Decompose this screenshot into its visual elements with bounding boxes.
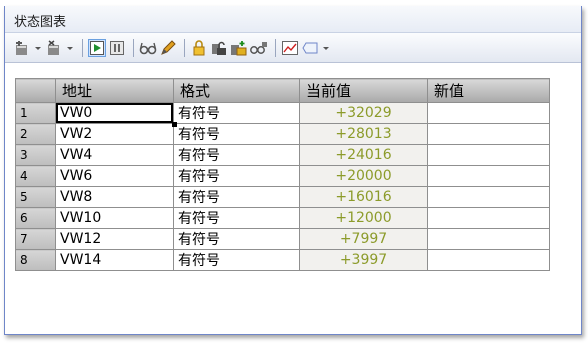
current-value-cell: +3997 bbox=[299, 249, 428, 271]
title-bar: 状态图表 bbox=[5, 6, 581, 33]
table-row: 5 VW8 有符号 +16016 bbox=[15, 186, 550, 208]
current-value-cell: +7997 bbox=[299, 228, 428, 250]
address-value: VW0 bbox=[60, 105, 93, 121]
header-format[interactable]: 格式 bbox=[173, 78, 300, 103]
new-value-cell[interactable] bbox=[427, 165, 550, 187]
address-cell[interactable]: VW0 bbox=[55, 102, 177, 127]
delete-row-icon[interactable] bbox=[45, 39, 63, 57]
row-number[interactable]: 4 bbox=[15, 165, 56, 187]
format-cell[interactable]: 有符号 bbox=[173, 228, 300, 250]
address-cell[interactable]: VW2 bbox=[55, 123, 174, 145]
address-cell[interactable]: VW10 bbox=[55, 207, 174, 229]
current-value-cell: +16016 bbox=[299, 186, 428, 208]
table-row: 2 VW2 有符号 +28013 bbox=[15, 123, 550, 145]
window-title: 状态图表 bbox=[14, 15, 67, 30]
current-value-cell: +12000 bbox=[299, 207, 428, 229]
unforce-icon[interactable] bbox=[210, 39, 228, 57]
header-address[interactable]: 地址 bbox=[55, 78, 174, 103]
row-number[interactable]: 5 bbox=[15, 186, 56, 208]
table-row: 6 VW10 有符号 +12000 bbox=[15, 207, 550, 229]
format-cell[interactable]: 有符号 bbox=[173, 123, 300, 145]
format-cell[interactable]: 有符号 bbox=[173, 249, 300, 271]
table-row: 1 VW0 有符号 +32029 bbox=[15, 102, 550, 127]
dropdown-arrow-icon[interactable] bbox=[33, 39, 43, 57]
new-value-cell[interactable] bbox=[427, 249, 550, 271]
table-row: 3 VW4 有符号 +24016 bbox=[15, 144, 550, 166]
dropdown-arrow-icon[interactable] bbox=[65, 39, 75, 57]
force-multiple-icon[interactable] bbox=[230, 39, 248, 57]
toolbar-separator bbox=[275, 38, 276, 57]
run-status-icon[interactable] bbox=[88, 38, 106, 57]
current-value-cell: +32029 bbox=[299, 102, 428, 124]
new-value-cell[interactable] bbox=[427, 123, 550, 145]
current-value-cell: +28013 bbox=[299, 123, 428, 145]
header-row-number bbox=[15, 78, 56, 103]
table-row: 4 VW6 有符号 +20000 bbox=[15, 165, 550, 187]
insert-row-icon[interactable] bbox=[13, 39, 31, 57]
format-cell[interactable]: 有符号 bbox=[173, 186, 300, 208]
pause-status-icon[interactable] bbox=[108, 39, 126, 57]
table-row: 8 VW14 有符号 +3997 bbox=[15, 249, 550, 271]
row-number[interactable]: 7 bbox=[15, 228, 56, 250]
new-value-cell[interactable] bbox=[427, 207, 550, 229]
row-number[interactable]: 3 bbox=[15, 144, 56, 166]
table-header-row: 地址 格式 当前值 新值 bbox=[15, 78, 550, 103]
format-cell[interactable]: 有符号 bbox=[173, 207, 300, 229]
table-row: 7 VW12 有符号 +7997 bbox=[15, 228, 550, 250]
header-new-value[interactable]: 新值 bbox=[427, 78, 550, 103]
format-cell[interactable]: 有符号 bbox=[173, 102, 300, 124]
row-number[interactable]: 6 bbox=[15, 207, 56, 229]
selection-handle[interactable] bbox=[172, 122, 177, 127]
address-cell[interactable]: VW12 bbox=[55, 228, 174, 250]
status-chart-window: 状态图表 地址 格式 当前值 新值 1 VW0 有符号 +32029 2 VW2… bbox=[4, 6, 582, 335]
read-all-forced-icon[interactable] bbox=[250, 39, 268, 57]
address-cell[interactable]: VW8 bbox=[55, 186, 174, 208]
toolbar-separator bbox=[184, 38, 185, 57]
toolbar-separator bbox=[82, 38, 83, 57]
read-glasses-icon[interactable] bbox=[139, 39, 157, 57]
status-table: 地址 格式 当前值 新值 1 VW0 有符号 +32029 2 VW2 有符号 … bbox=[15, 78, 550, 271]
comment-tag-icon[interactable] bbox=[301, 39, 319, 57]
row-number[interactable]: 1 bbox=[15, 102, 56, 124]
address-cell[interactable]: VW14 bbox=[55, 249, 174, 271]
toolbar-separator bbox=[133, 38, 134, 57]
write-pencil-icon[interactable] bbox=[159, 39, 177, 57]
row-number[interactable]: 8 bbox=[15, 249, 56, 271]
format-cell[interactable]: 有符号 bbox=[173, 144, 300, 166]
header-current-value[interactable]: 当前值 bbox=[299, 78, 428, 103]
new-value-cell[interactable] bbox=[427, 144, 550, 166]
address-cell[interactable]: VW4 bbox=[55, 144, 174, 166]
current-value-cell: +24016 bbox=[299, 144, 428, 166]
address-cell[interactable]: VW6 bbox=[55, 165, 174, 187]
new-value-cell[interactable] bbox=[427, 186, 550, 208]
new-value-cell[interactable] bbox=[427, 228, 550, 250]
trend-chart-icon[interactable] bbox=[281, 39, 299, 57]
current-value-cell: +20000 bbox=[299, 165, 428, 187]
format-cell[interactable]: 有符号 bbox=[173, 165, 300, 187]
new-value-cell[interactable] bbox=[427, 102, 550, 124]
force-lock-icon[interactable] bbox=[190, 39, 208, 57]
toolbar bbox=[5, 33, 581, 63]
dropdown-arrow-icon[interactable] bbox=[321, 39, 331, 57]
row-number[interactable]: 2 bbox=[15, 123, 56, 145]
